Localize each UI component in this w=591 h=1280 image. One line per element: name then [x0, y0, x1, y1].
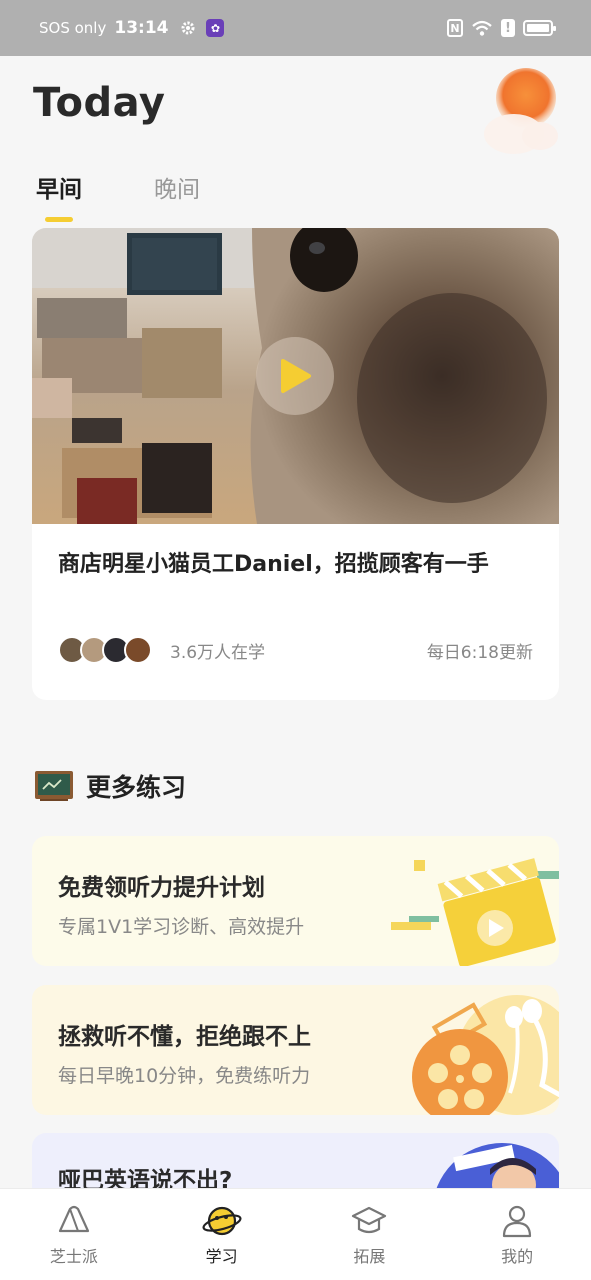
carrier-text: SOS only	[39, 19, 107, 37]
play-button[interactable]	[256, 337, 334, 415]
nav-item-study[interactable]: 学习	[148, 1189, 296, 1280]
bottom-nav: 芝士派 学习 拓展 我的	[0, 1188, 591, 1280]
clapperboard-icon	[391, 858, 559, 966]
weather-sun-cloud-icon[interactable]	[478, 68, 562, 160]
nav-label: 学习	[205, 1247, 238, 1266]
play-icon	[281, 359, 311, 393]
promo-card-listening-plan[interactable]: 免费领听力提升计划 专属1V1学习诊断、高效提升	[32, 836, 559, 966]
status-left: SOS only 13:14 ✿	[39, 18, 225, 38]
nav-item-me[interactable]: 我的	[443, 1189, 591, 1280]
video-thumbnail[interactable]	[32, 228, 559, 524]
promo-card-rescue-listening[interactable]: 拯救听不懂，拒绝跟不上 每日早晚10分钟，免费练听力	[32, 985, 559, 1115]
nav-label: 芝士派	[49, 1247, 98, 1266]
page-title: Today	[33, 80, 166, 126]
tab-morning[interactable]: 早间	[36, 170, 82, 222]
promo-subtitle: 每日早晚10分钟，免费练听力	[58, 1065, 311, 1087]
user-icon	[503, 1205, 532, 1238]
nav-item-expand[interactable]: 拓展	[296, 1189, 444, 1280]
more-practice-header: 更多练习	[34, 768, 186, 804]
tab-evening[interactable]: 晚间	[154, 170, 200, 222]
planet-icon	[202, 1206, 242, 1236]
learner-avatars	[58, 636, 152, 664]
graduation-cap-icon	[352, 1206, 387, 1234]
update-time: 每日6:18更新	[426, 642, 533, 663]
film-reel-icon	[412, 995, 559, 1115]
video-title: 商店明星小猫员工Daniel，招揽顾客有一手	[58, 552, 489, 577]
gear-icon	[181, 21, 195, 35]
avatar	[124, 636, 152, 664]
battery-icon	[523, 20, 556, 36]
nav-label: 我的	[501, 1247, 534, 1266]
wifi-icon	[472, 20, 492, 36]
app-notification-icon: ✿	[206, 19, 225, 37]
nfc-icon: N	[447, 19, 463, 37]
chalkboard-icon	[35, 771, 73, 801]
promo-title: 免费领听力提升计划	[58, 875, 265, 901]
cheese-icon	[58, 1205, 89, 1233]
status-bar: SOS only 13:14 ✿ N !	[0, 0, 591, 56]
promo-title: 拯救听不懂，拒绝跟不上	[58, 1024, 311, 1050]
nav-item-cheese[interactable]: 芝士派	[0, 1189, 148, 1280]
promo-subtitle: 专属1V1学习诊断、高效提升	[58, 916, 305, 938]
status-right: N !	[447, 19, 556, 37]
alert-icon: !	[501, 19, 515, 37]
section-title: 更多练习	[86, 773, 187, 802]
learner-count: 3.6万人在学	[170, 642, 266, 663]
period-tabs: 早间 晚间	[36, 170, 200, 222]
nav-label: 拓展	[353, 1247, 386, 1266]
clock: 13:14	[114, 18, 169, 38]
video-meta: 3.6万人在学 每日6:18更新	[58, 636, 533, 664]
video-card[interactable]: 商店明星小猫员工Daniel，招揽顾客有一手 3.6万人在学 每日6:18更新	[32, 228, 559, 700]
